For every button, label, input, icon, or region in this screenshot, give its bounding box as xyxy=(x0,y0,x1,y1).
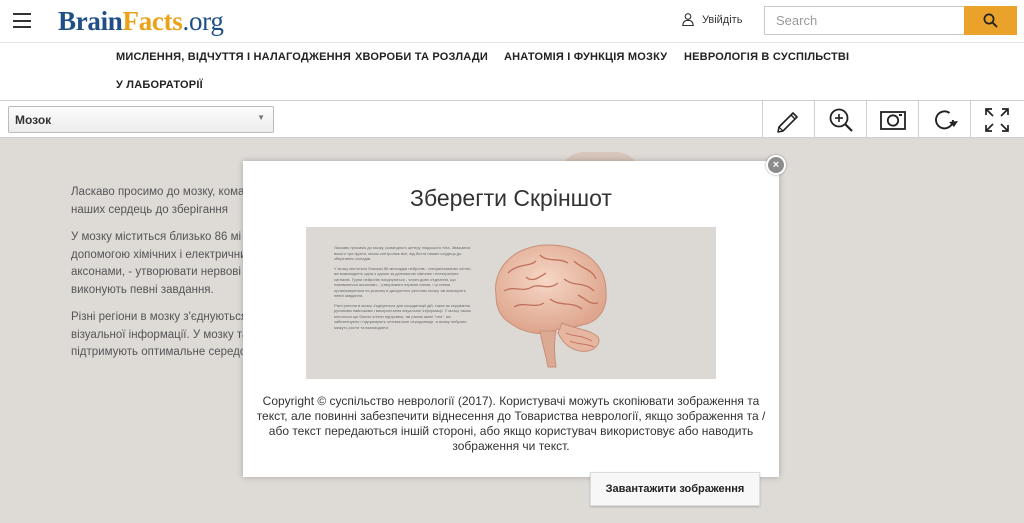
login-label: Увійдіть xyxy=(702,13,743,26)
screenshot-preview: Ласкаво просимо до мозку, командного цен… xyxy=(306,227,716,379)
nav-item-anatomy[interactable]: АНАТОМІЯ І ФУНКЦІЯ МОЗКУ xyxy=(504,51,667,63)
copyright-notice: Copyright © суспільство неврології (2017… xyxy=(256,394,766,453)
nav-item-thinking[interactable]: МИСЛЕННЯ, ВІДЧУТТЯ І НАЛАГОДЖЕННЯ xyxy=(116,51,351,63)
save-screenshot-modal: Зберегти Скріншот Ласкаво просимо до моз… xyxy=(243,161,779,477)
preview-paragraph: У мозку міститься близько 86 мільярдів н… xyxy=(334,265,472,299)
screenshot-button[interactable] xyxy=(866,101,918,139)
reset-button[interactable] xyxy=(918,101,970,139)
camera-icon xyxy=(879,111,906,130)
close-icon[interactable]: × xyxy=(766,155,786,175)
model-select-value: Мозок xyxy=(15,113,52,127)
main-nav: МИСЛЕННЯ, ВІДЧУТТЯ І НАЛАГОДЖЕННЯ ХВОРОБ… xyxy=(0,42,1024,100)
user-icon xyxy=(682,13,694,26)
zoom-in-icon xyxy=(829,108,853,132)
logo-part-facts: Facts xyxy=(122,6,183,36)
fullscreen-button[interactable] xyxy=(970,101,1022,139)
nav-item-diseases[interactable]: ХВОРОБИ ТА РОЗЛАДИ xyxy=(355,51,488,63)
search-input[interactable] xyxy=(764,6,965,35)
nav-item-lab[interactable]: У ЛАБОРАТОРІЇ xyxy=(116,79,203,91)
nav-item-society[interactable]: НЕВРОЛОГІЯ В СУСПІЛЬСТВІ xyxy=(684,51,849,63)
preview-text: Ласкаво просимо до мозку, командного цен… xyxy=(334,245,474,334)
search-button[interactable] xyxy=(964,6,1017,35)
preview-paragraph: Ласкаво просимо до мозку, командного цен… xyxy=(334,245,471,261)
zoom-button[interactable] xyxy=(814,101,866,139)
model-select[interactable]: Мозок ▼ xyxy=(8,106,274,133)
logo-part-org: .org xyxy=(182,6,224,36)
viewer-toolbar: Мозок ▼ xyxy=(0,100,1024,139)
search-icon xyxy=(983,13,998,28)
preview-paragraph: Різні регіони в мозку з'єднуються для ко… xyxy=(334,302,471,330)
hamburger-menu-icon[interactable] xyxy=(13,13,31,28)
modal-title: Зберегти Скріншот xyxy=(410,185,612,211)
brain-image xyxy=(495,244,607,368)
download-image-button[interactable]: Завантажити зображення xyxy=(590,472,760,506)
login-link[interactable]: Увійдіть xyxy=(682,13,742,26)
pencil-icon xyxy=(776,112,798,133)
top-bar: BrainFacts.org Увійдіть xyxy=(0,0,1024,42)
logo-part-brain: Brain xyxy=(58,6,123,36)
rotate-icon xyxy=(934,110,958,130)
annotate-button[interactable] xyxy=(762,101,814,139)
logo[interactable]: BrainFacts.org xyxy=(58,6,224,37)
chevron-down-icon: ▼ xyxy=(257,113,265,122)
fullscreen-icon xyxy=(984,108,1009,132)
